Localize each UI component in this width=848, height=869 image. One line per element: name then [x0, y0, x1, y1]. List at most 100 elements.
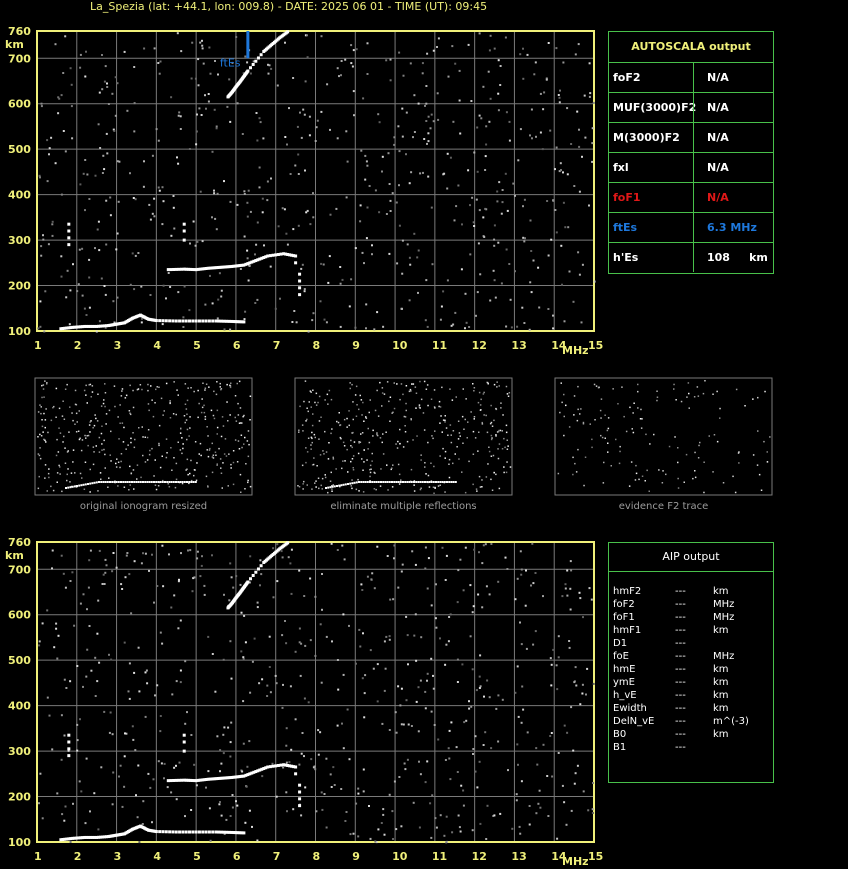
- thumbnail-point: [628, 485, 631, 487]
- thumbnail-point: [464, 491, 467, 494]
- thumbnail-point: [424, 462, 426, 464]
- thumbnail-point: [419, 407, 421, 409]
- noise-point: [465, 719, 468, 722]
- noise-point: [434, 817, 437, 820]
- thumbnail-point: [600, 434, 602, 437]
- thumbnail-point: [410, 468, 413, 471]
- noise-point: [51, 549, 54, 552]
- noise-point: [532, 259, 535, 262]
- noise-point: [551, 775, 554, 778]
- noise-point: [266, 695, 269, 697]
- noise-point: [581, 263, 584, 266]
- noise-point: [450, 324, 453, 327]
- noise-point: [317, 753, 320, 756]
- thumbnail-point: [393, 407, 396, 410]
- noise-point: [281, 556, 284, 559]
- thumbnail-point: [314, 401, 316, 404]
- noise-point: [393, 557, 395, 560]
- thumbnail-point: [39, 457, 42, 460]
- noise-point: [118, 775, 120, 778]
- thumbnail-point: [396, 383, 398, 385]
- noise-point: [65, 296, 68, 299]
- thumbnail-point: [319, 454, 322, 456]
- noise-point: [528, 328, 531, 331]
- trace-point: [246, 69, 250, 73]
- noise-point: [297, 224, 300, 227]
- noise-point: [487, 70, 490, 73]
- thumbnail-point: [78, 410, 80, 412]
- noise-point: [299, 674, 302, 677]
- thumbnail-point: [154, 459, 156, 461]
- noise-point: [46, 139, 49, 142]
- thumbnail-point: [432, 437, 434, 440]
- noise-point: [430, 113, 433, 116]
- thumbnail-point: [171, 469, 173, 471]
- trace-point: [201, 830, 205, 834]
- noise-point: [520, 568, 523, 571]
- noise-point: [494, 296, 497, 299]
- noise-point: [401, 563, 404, 566]
- noise-point: [421, 62, 424, 65]
- thumbnail-point: [321, 477, 324, 480]
- thumbnail-point: [473, 416, 476, 418]
- thumbnail-trace: [355, 481, 358, 484]
- noise-point: [204, 94, 206, 97]
- thumbnail-point: [210, 409, 213, 412]
- thumbnail-point: [189, 472, 191, 475]
- thumbnail-point: [419, 488, 422, 491]
- thumbnail-point: [142, 436, 144, 438]
- noise-point: [574, 53, 577, 56]
- noise-point: [472, 753, 474, 755]
- thumbnail-point: [123, 426, 125, 429]
- thumbnail-trace: [344, 483, 347, 486]
- thumbnail-point: [151, 399, 153, 401]
- trace-point: [171, 319, 175, 323]
- noise-point: [331, 640, 333, 643]
- thumbnail-point: [85, 394, 87, 396]
- noise-point: [182, 326, 185, 328]
- thumbnail-point: [179, 432, 182, 434]
- noise-point: [256, 606, 259, 609]
- thumbnail-trace: [454, 481, 457, 483]
- noise-point: [389, 79, 392, 82]
- thumbnail-point: [221, 487, 223, 489]
- thumbnail-point: [236, 461, 239, 463]
- thumbnail-point: [488, 446, 490, 448]
- noise-point: [104, 65, 107, 68]
- noise-point: [417, 730, 420, 733]
- thumbnail-point: [172, 413, 175, 415]
- noise-point: [218, 272, 221, 275]
- thumbnail-point: [311, 424, 314, 427]
- noise-point: [385, 213, 388, 215]
- thumbnail-point: [621, 386, 623, 388]
- thumbnail-trace: [177, 481, 180, 483]
- thumbnail-point: [297, 485, 299, 487]
- thumbnail-point: [104, 392, 107, 394]
- noise-point: [76, 665, 79, 667]
- thumbnail-point: [92, 446, 95, 448]
- noise-point: [60, 554, 63, 557]
- thumbnail-point: [238, 380, 241, 383]
- thumbnail-point: [617, 403, 619, 405]
- thumbnail-point: [499, 429, 502, 432]
- noise-point: [361, 251, 364, 254]
- noise-point: [175, 798, 178, 801]
- trace-point: [67, 222, 71, 226]
- thumbnail-trace: [170, 481, 173, 483]
- noise-point: [215, 127, 218, 130]
- thumbnail-point: [306, 418, 308, 421]
- noise-point: [156, 585, 159, 587]
- thumbnail-trace: [375, 481, 378, 483]
- aip-param-label: hmF2: [613, 586, 642, 597]
- thumbnail-trace: [192, 481, 195, 483]
- thumbnail-point: [230, 467, 232, 469]
- noise-point: [355, 802, 358, 805]
- noise-point: [501, 201, 504, 204]
- thumbnail-point: [458, 432, 461, 434]
- thumbnail-trace: [393, 481, 396, 483]
- noise-point: [472, 748, 475, 750]
- thumbnail-point: [694, 470, 696, 472]
- trace-point: [182, 222, 186, 226]
- thumbnail-point: [103, 439, 105, 442]
- thumbnail-point: [57, 451, 60, 453]
